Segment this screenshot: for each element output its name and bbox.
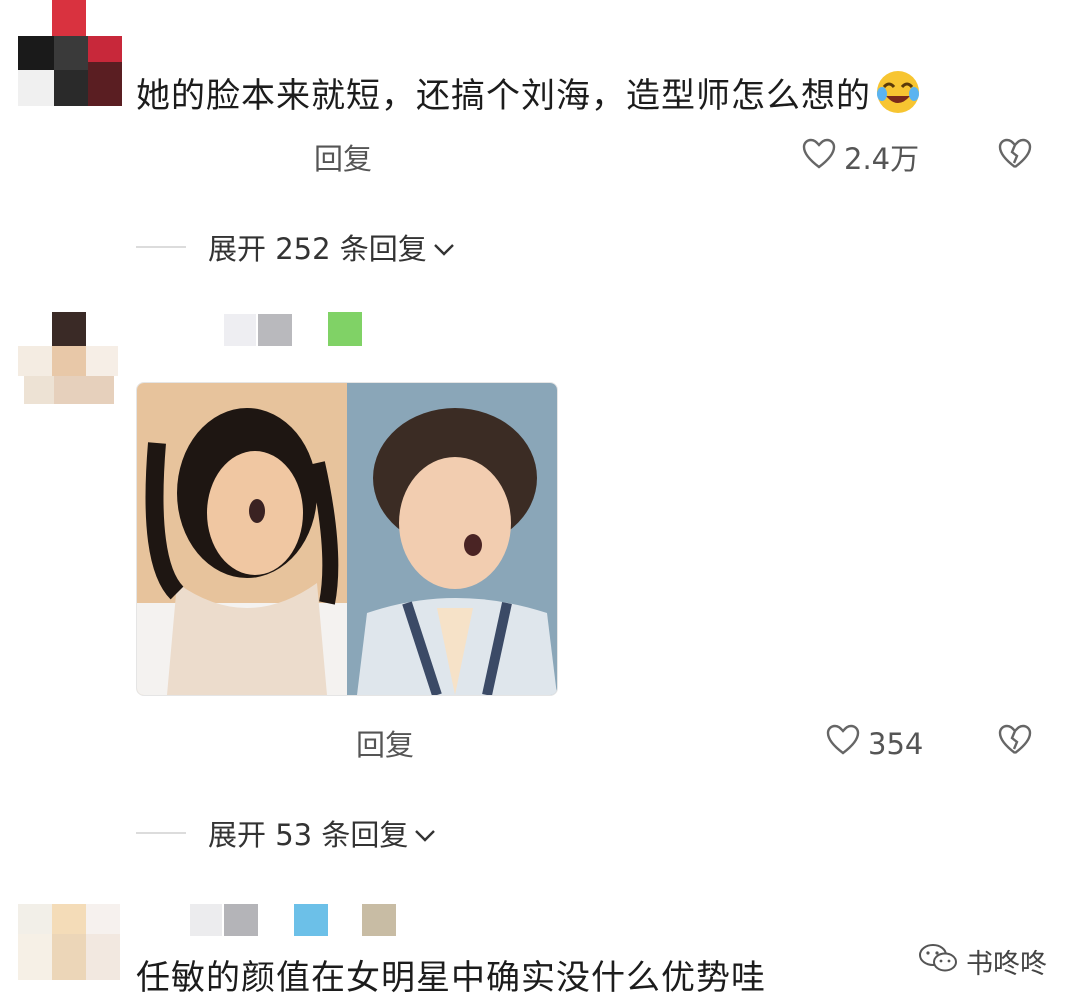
photo-attachment-icon bbox=[137, 383, 557, 695]
dislike-button[interactable] bbox=[998, 724, 1032, 760]
chevron-down-icon bbox=[433, 230, 455, 264]
like-count: 2.4万 bbox=[844, 142, 920, 176]
expand-replies-button[interactable]: 展开 252 条回复 bbox=[136, 226, 455, 268]
broken-heart-icon bbox=[998, 138, 1032, 174]
chevron-down-icon bbox=[414, 816, 436, 850]
wechat-icon bbox=[918, 942, 958, 981]
broken-heart-icon bbox=[998, 724, 1032, 760]
like-button[interactable]: 2.4万 bbox=[802, 136, 919, 178]
heart-icon bbox=[802, 138, 836, 177]
heart-icon bbox=[826, 724, 860, 763]
reply-button[interactable]: 回复 bbox=[356, 722, 414, 764]
expand-replies-button[interactable]: 展开 53 条回复 bbox=[136, 812, 436, 854]
comment-photo[interactable] bbox=[136, 382, 558, 696]
watermark: 书咚咚 bbox=[918, 942, 1047, 981]
laugh-cry-emoji-icon bbox=[875, 69, 921, 115]
avatar[interactable] bbox=[18, 0, 122, 106]
comment-text: 她的脸本来就短，还搞个刘海，造型师怎么想的 bbox=[136, 68, 921, 117]
divider bbox=[136, 832, 186, 834]
avatar[interactable] bbox=[18, 312, 122, 404]
expand-replies-label: 展开 53 条回复 bbox=[208, 818, 409, 852]
divider bbox=[136, 246, 186, 248]
comment-text: 任敏的颜值在女明星中确实没什么优势哇 bbox=[136, 958, 766, 998]
like-count: 354 bbox=[868, 726, 924, 761]
reply-button[interactable]: 回复 bbox=[314, 136, 372, 178]
dislike-button[interactable] bbox=[998, 138, 1032, 174]
username-blurred[interactable] bbox=[224, 312, 364, 348]
watermark-label: 书咚咚 bbox=[966, 949, 1047, 980]
avatar[interactable] bbox=[18, 904, 122, 980]
like-button[interactable]: 354 bbox=[826, 724, 923, 763]
username-blurred[interactable] bbox=[190, 904, 400, 938]
expand-replies-label: 展开 252 条回复 bbox=[208, 232, 427, 266]
